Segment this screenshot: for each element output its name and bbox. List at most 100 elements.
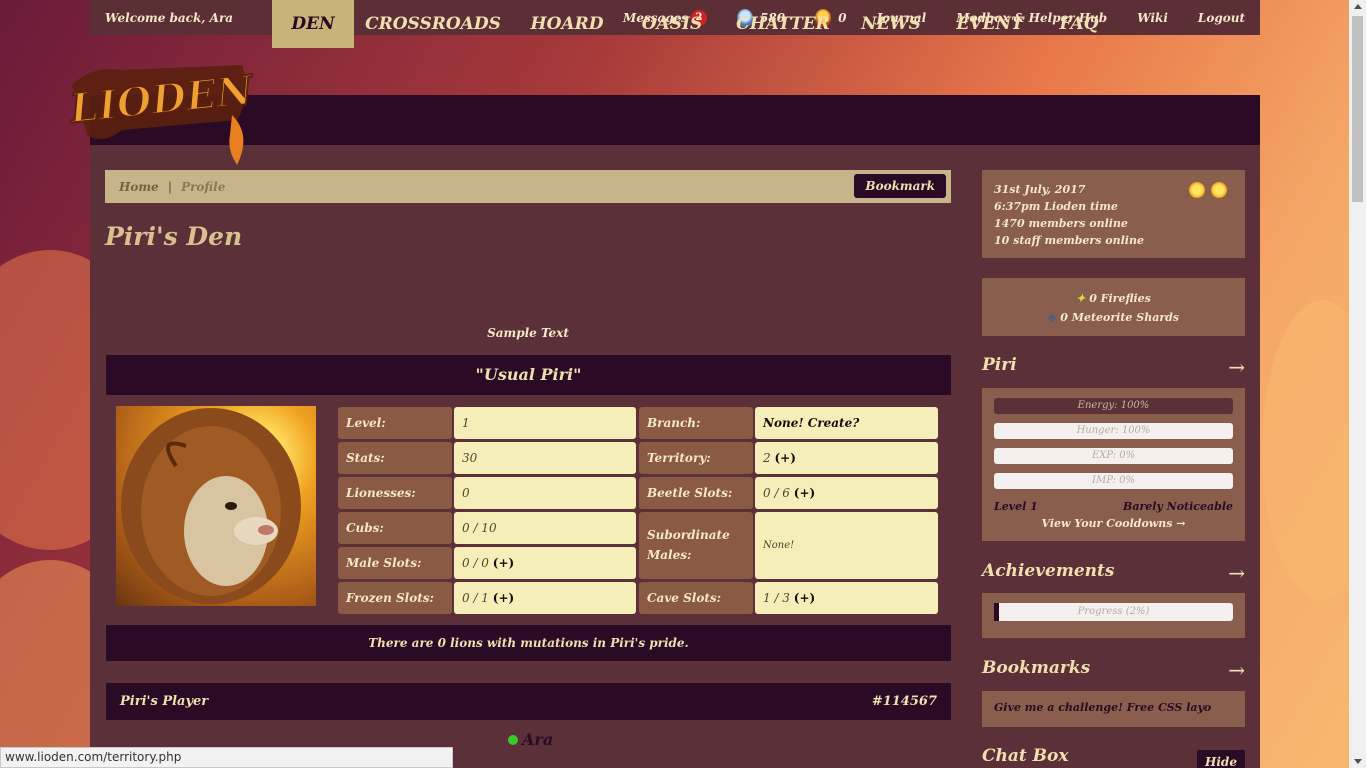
breadcrumb: Home | Profile Bookmark xyxy=(105,170,951,203)
stat-label-frozen-slots: Frozen Slots: xyxy=(338,582,452,614)
lion-name-header: "Usual Piri" xyxy=(106,355,951,395)
stat-label-cubs: Cubs: xyxy=(338,512,452,544)
frozen-slots-add[interactable]: (+) xyxy=(493,591,514,605)
lion-section-name[interactable]: Piri xyxy=(982,355,1017,375)
stat-value-territory: 2 (+) xyxy=(755,442,938,474)
exp-bar: EXP: 0% xyxy=(994,448,1233,464)
bookmarks-box: Give me a challenge! Free CSS layo xyxy=(982,691,1245,727)
lioden-logo[interactable]: LIODEN xyxy=(62,55,262,175)
currency-box: ✦ 0 Fireflies ◆ 0 Meteorite Shards xyxy=(982,278,1245,336)
page-title: Piri's Den xyxy=(105,222,243,251)
stat-label-subordinate-males: Subordinate Males: xyxy=(639,512,753,579)
territory-add[interactable]: (+) xyxy=(774,451,795,465)
members-online[interactable]: 1470 members online xyxy=(994,215,1233,232)
energy-bar: Energy: 100% xyxy=(994,398,1233,414)
nav-chatter[interactable]: CHATTER xyxy=(736,0,830,48)
bookmarks-title: Bookmarks → xyxy=(982,658,1245,682)
branch-create-link[interactable]: None! Create? xyxy=(763,416,859,430)
stat-value-branch[interactable]: None! Create? xyxy=(755,407,938,439)
stat-label-stats: Stats: xyxy=(338,442,452,474)
stat-value-stats: 30 xyxy=(454,442,636,474)
stat-value-beetle-slots: 0 / 6 (+) xyxy=(755,477,938,509)
breadcrumb-current: Profile xyxy=(181,179,226,194)
scroll-up-icon[interactable] xyxy=(1354,4,1362,9)
stat-label-branch: Branch: xyxy=(639,407,753,439)
achievements-title: Achievements → xyxy=(982,561,1245,585)
level-row: Level 1 Barely Noticeable xyxy=(994,500,1233,513)
lion-image xyxy=(121,408,301,604)
stat-label-beetle-slots: Beetle Slots: xyxy=(639,477,753,509)
silver-beetle-count: 0 xyxy=(838,10,847,25)
imp-bar: IMP: 0% xyxy=(994,473,1233,489)
staff-online[interactable]: 10 staff members online xyxy=(994,232,1233,249)
browser-status-bar: www.lioden.com/territory.php xyxy=(0,747,453,768)
breadcrumb-home[interactable]: Home xyxy=(119,180,159,194)
territory-count: 2 xyxy=(763,451,771,465)
achievements-progress-fill xyxy=(994,603,999,621)
shards-count: 0 Meteorite Shards xyxy=(1060,311,1180,324)
online-status-icon xyxy=(508,734,518,745)
stat-value-male-slots: 0 / 0 (+) xyxy=(454,547,636,579)
nav-oasis[interactable]: OASIS xyxy=(636,0,708,48)
scroll-down-icon[interactable] xyxy=(1354,759,1362,764)
cooldowns-link[interactable]: View Your Cooldowns → xyxy=(982,517,1245,530)
sample-text: Sample Text xyxy=(487,326,569,340)
firefly-icon: ✦ xyxy=(1076,292,1086,305)
nav-news[interactable]: NEWS xyxy=(857,0,925,48)
meteorite-shard-icon: ◆ xyxy=(1047,311,1057,324)
bookmark-item[interactable]: Give me a challenge! Free CSS layo xyxy=(994,701,1211,714)
player-header-title: Piri's Player xyxy=(120,694,209,709)
cave-slots-add[interactable]: (+) xyxy=(794,591,815,605)
achievements-progress-bar: Progress (2%) xyxy=(994,603,1233,621)
nav-hoard[interactable]: HOARD xyxy=(527,0,607,48)
stat-value-level: 1 xyxy=(454,407,636,439)
bookmarks-arrow-icon[interactable]: → xyxy=(1228,658,1245,682)
bookmarks-label[interactable]: Bookmarks xyxy=(982,658,1090,678)
stat-label-cave-slots: Cave Slots: xyxy=(639,582,753,614)
beetle-slots-count: 0 / 6 xyxy=(763,486,790,500)
level-text: Level 1 xyxy=(994,500,1038,513)
shards-row: ◆ 0 Meteorite Shards xyxy=(982,308,1245,327)
time-box: 31st July, 2017 6:37pm Lioden time 1470 … xyxy=(982,170,1245,258)
male-slots-add[interactable]: (+) xyxy=(493,556,514,570)
page-scrollbar[interactable] xyxy=(1349,0,1366,768)
stat-value-cubs: 0 / 10 xyxy=(454,512,636,544)
lion-section-title: Piri → xyxy=(982,355,1245,379)
stat-label-level: Level: xyxy=(338,407,452,439)
logout-link[interactable]: Logout xyxy=(1198,11,1245,25)
nav-den[interactable]: DEN xyxy=(272,0,354,48)
lion-section-arrow-icon[interactable]: → xyxy=(1228,355,1245,379)
stat-value-lionesses: 0 xyxy=(454,477,636,509)
time-text: 6:37pm Lioden time xyxy=(994,200,1118,213)
nav-event[interactable]: EVENT xyxy=(955,0,1025,48)
male-slots-count: 0 / 0 xyxy=(462,556,489,570)
noticeability-text: Barely Noticeable xyxy=(1123,500,1233,513)
hunger-bar: Hunger: 100% xyxy=(994,423,1233,439)
player-name[interactable]: Ara xyxy=(508,730,553,749)
wiki-link[interactable]: Wiki xyxy=(1137,11,1168,25)
fireflies-row: ✦ 0 Fireflies xyxy=(982,289,1245,308)
frozen-slots-count: 0 / 1 xyxy=(462,591,489,605)
beetle-slots-add[interactable]: (+) xyxy=(794,486,815,500)
achievements-arrow-icon[interactable]: → xyxy=(1228,561,1245,585)
stat-label-male-slots: Male Slots: xyxy=(338,547,452,579)
bookmark-button[interactable]: Bookmark xyxy=(854,174,946,198)
nav-crossroads[interactable]: CROSSROADS xyxy=(364,0,502,48)
stat-label-lionesses: Lionesses: xyxy=(338,477,452,509)
player-header: Piri's Player #114567 xyxy=(106,683,951,720)
player-name-text: Ara xyxy=(522,730,554,749)
mutations-notice: There are 0 lions with mutations in Piri… xyxy=(106,625,951,661)
achievements-label[interactable]: Achievements xyxy=(982,561,1114,581)
stat-label-territory: Territory: xyxy=(639,442,753,474)
nav-faq[interactable]: FAQ xyxy=(1053,0,1105,48)
lion-portrait[interactable] xyxy=(116,406,316,606)
fireflies-count: 0 Fireflies xyxy=(1089,292,1151,305)
scroll-thumb[interactable] xyxy=(1352,16,1363,202)
sun-icon xyxy=(1189,182,1205,198)
main-nav xyxy=(90,95,1260,145)
sun-icon xyxy=(1211,182,1227,198)
cave-slots-count: 1 / 3 xyxy=(763,591,790,605)
stat-value-subordinate-males: None! xyxy=(755,512,938,579)
chatbox-hide-button[interactable]: Hide xyxy=(1197,750,1245,768)
player-id[interactable]: #114567 xyxy=(872,683,937,720)
